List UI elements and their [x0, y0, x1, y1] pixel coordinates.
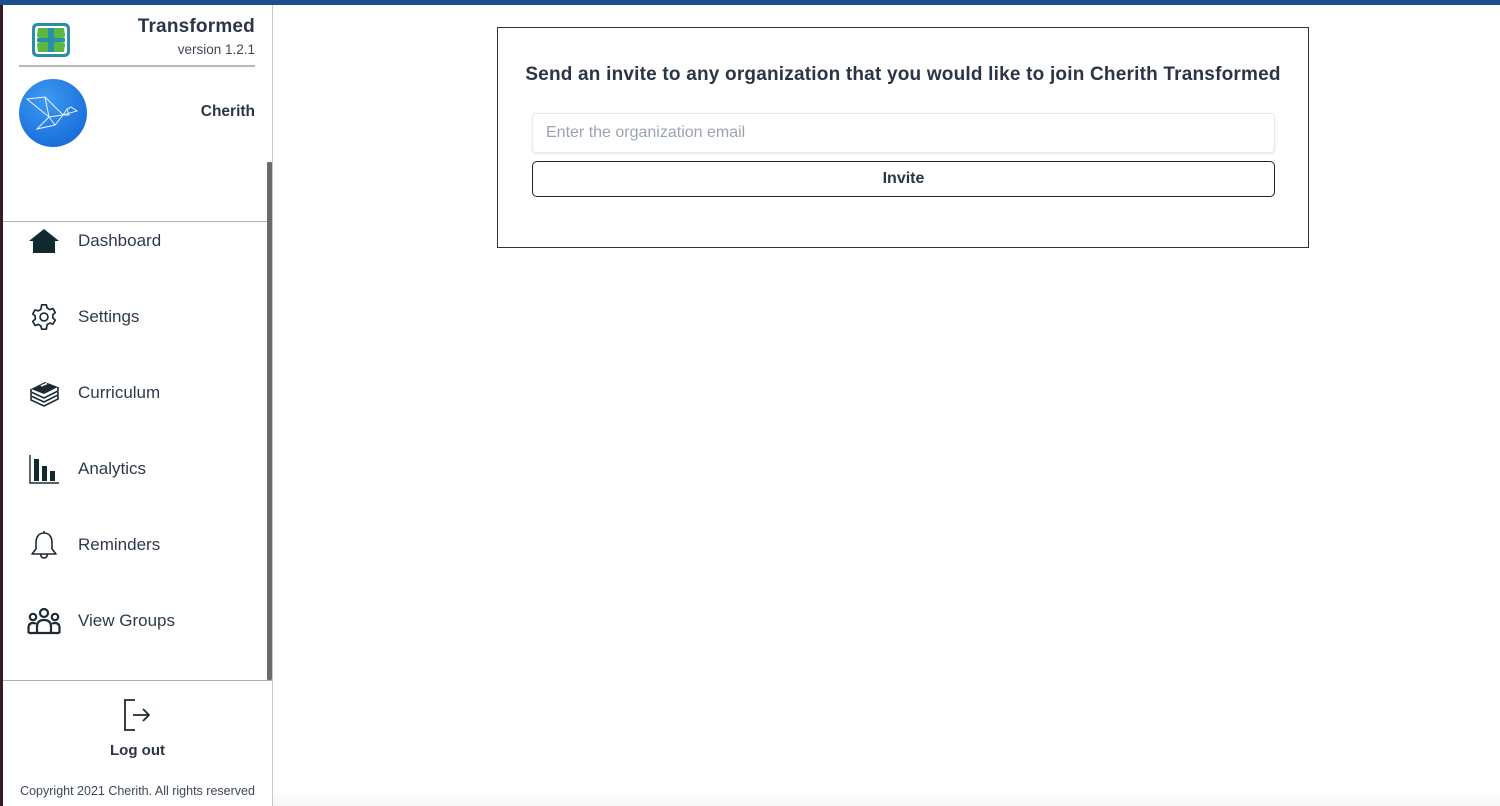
app-title: Transformed	[137, 16, 255, 37]
sidebar-item-label: Curriculum	[78, 383, 161, 402]
home-icon	[27, 224, 61, 258]
invite-button[interactable]: Invite	[532, 161, 1275, 197]
logout-icon	[124, 699, 150, 731]
window-edge	[0, 5, 3, 806]
books-icon	[27, 376, 61, 410]
nav-bottom-divider	[3, 680, 272, 681]
bell-icon	[27, 528, 61, 562]
users-group-icon	[27, 604, 61, 638]
sidebar-item-label: View Groups	[78, 611, 176, 630]
sidebar-item-settings[interactable]: Settings	[3, 291, 265, 343]
sidebar-item-label: Dashboard	[78, 231, 162, 250]
bar-chart-icon	[27, 452, 61, 486]
sidebar-item-label: Settings	[78, 307, 140, 326]
sidebar-item-label: Reminders	[78, 535, 161, 554]
avatar[interactable]	[19, 79, 87, 147]
origami-bird-icon	[25, 96, 79, 130]
sidebar-scrollbar[interactable]	[267, 162, 272, 680]
sidebar: Transformed version 1.2.1 Cherith Dashbo…	[3, 5, 273, 806]
sidebar-item-analytics[interactable]: Analytics	[3, 443, 265, 495]
logout-button[interactable]: Log out	[3, 695, 272, 765]
sidebar-item-curriculum[interactable]: Curriculum	[3, 367, 265, 419]
sidebar-item-reminders[interactable]: Reminders	[3, 519, 265, 571]
sidebar-item-view-groups[interactable]: View Groups	[3, 595, 265, 647]
profile: Cherith	[3, 67, 272, 222]
bottom-shade	[273, 790, 1500, 806]
top-accent-bar	[0, 0, 1500, 5]
brand-header: Transformed version 1.2.1	[3, 5, 272, 67]
sidebar-item-dashboard[interactable]: Dashboard	[3, 215, 265, 267]
invite-card: Send an invite to any organization that …	[497, 27, 1309, 248]
logout-label: Log out	[110, 742, 165, 759]
organization-email-input[interactable]	[532, 113, 1275, 153]
sidebar-item-label: Analytics	[78, 459, 147, 478]
copyright-text: Copyright 2021 Cherith. All rights reser…	[20, 784, 255, 798]
butterfly-logo-icon	[32, 23, 70, 57]
gear-icon	[27, 300, 61, 334]
app-version: version 1.2.1	[177, 42, 255, 57]
profile-name: Cherith	[200, 103, 255, 120]
sidebar-nav: Dashboard Settings Curriculum Analytics …	[3, 160, 272, 680]
invite-title: Send an invite to any organization that …	[525, 64, 1281, 85]
